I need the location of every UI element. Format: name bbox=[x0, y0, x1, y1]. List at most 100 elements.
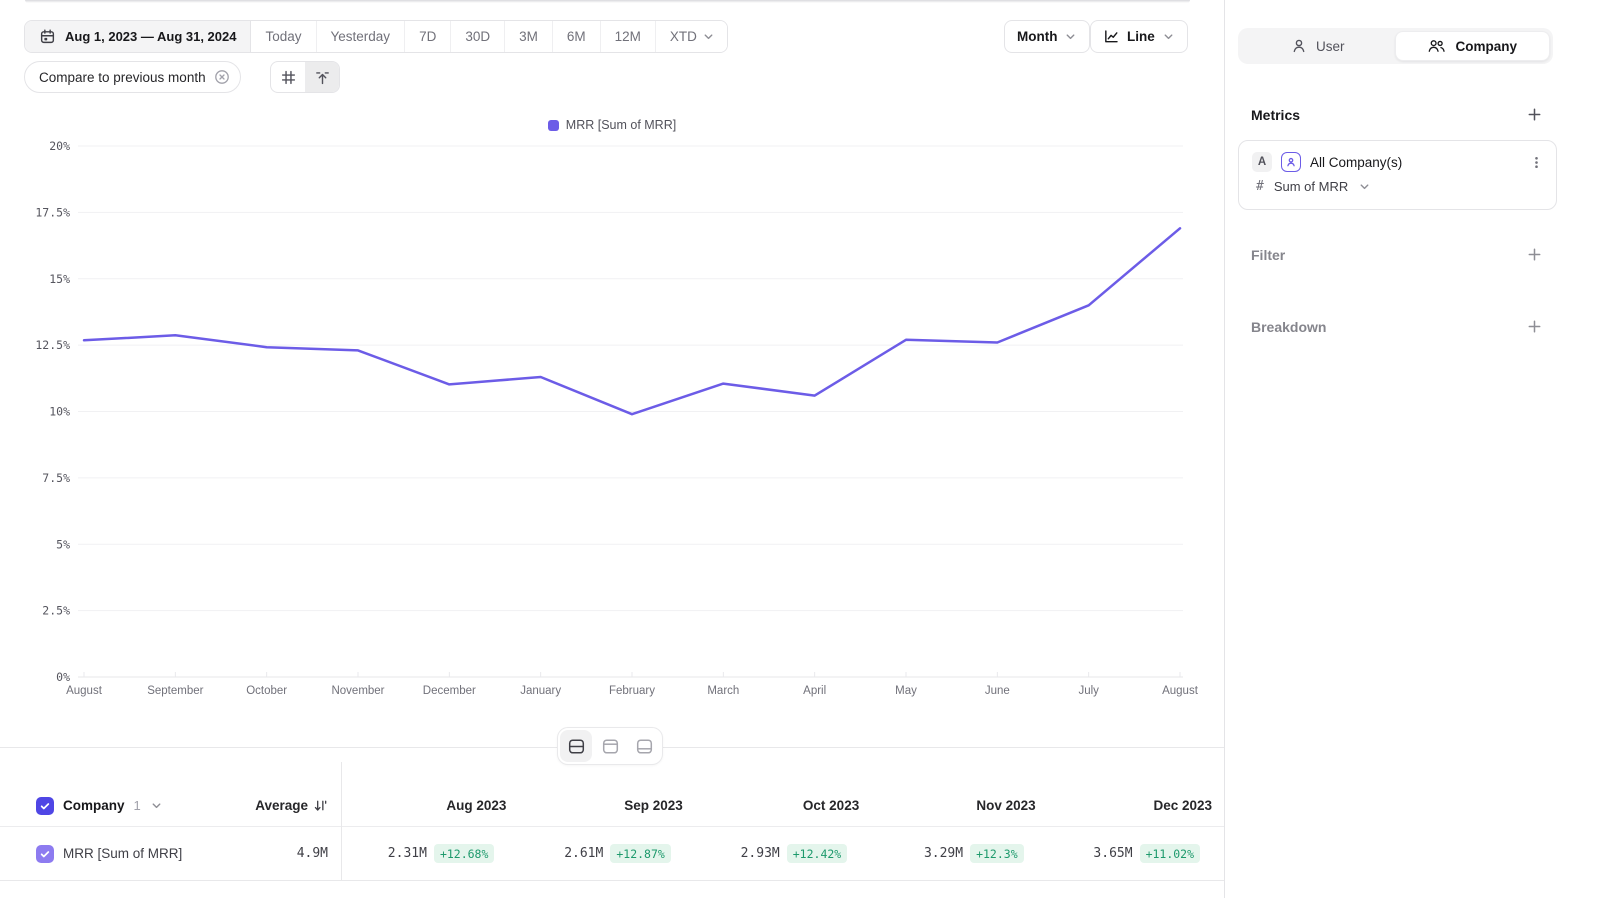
metric-card-main: A All Company(s) bbox=[1252, 152, 1546, 172]
xtd-label: XTD bbox=[670, 29, 697, 44]
range-button-12m[interactable]: 12M bbox=[601, 21, 656, 52]
row-checkbox[interactable] bbox=[36, 845, 54, 863]
y-axis-label: 7.5% bbox=[42, 471, 70, 485]
layout-table-only-button[interactable] bbox=[628, 730, 660, 762]
layout-top-icon bbox=[601, 737, 620, 756]
metric-card[interactable]: A All Company(s) # Sum of MRR bbox=[1238, 140, 1557, 210]
users-icon bbox=[1427, 38, 1446, 54]
cell-value: 3.29M bbox=[924, 846, 963, 861]
metric-entity-name: All Company(s) bbox=[1310, 155, 1402, 170]
grid-overlay-button[interactable] bbox=[271, 62, 305, 92]
change-badge: +11.02% bbox=[1140, 844, 1200, 863]
date-range-label: Aug 1, 2023 — Aug 31, 2024 bbox=[65, 29, 236, 44]
cell-value: 2.93M bbox=[741, 846, 780, 861]
y-axis-label: 12.5% bbox=[35, 338, 70, 352]
compare-chip-label: Compare to previous month bbox=[39, 70, 206, 85]
metric-options-button[interactable] bbox=[1527, 153, 1546, 172]
cell-value: 3.65M bbox=[1093, 846, 1132, 861]
metric-cell: 2.61M+12.87% bbox=[518, 844, 694, 863]
select-all-checkbox[interactable] bbox=[36, 797, 54, 815]
range-button-today[interactable]: Today bbox=[251, 21, 316, 52]
x-axis-label: October bbox=[246, 685, 287, 697]
table-row: MRR [Sum of MRR] 4.9M 2.31M+12.68%2.61M+… bbox=[0, 827, 1224, 880]
x-axis-label: April bbox=[803, 685, 826, 697]
range-button-30d[interactable]: 30D bbox=[451, 21, 505, 52]
sort-icon bbox=[313, 798, 328, 813]
range-button-yesterday[interactable]: Yesterday bbox=[317, 21, 406, 52]
layout-split-button[interactable] bbox=[560, 730, 592, 762]
granularity-select[interactable]: Month bbox=[1004, 20, 1090, 53]
y-axis-label: 2.5% bbox=[42, 604, 70, 618]
metrics-title: Metrics bbox=[1251, 107, 1300, 123]
chevron-down-icon[interactable] bbox=[150, 799, 163, 812]
number-type-icon: # bbox=[1256, 179, 1264, 194]
granularity-label: Month bbox=[1017, 29, 1057, 44]
entity-toggle: User Company bbox=[1238, 28, 1553, 64]
x-axis-label: September bbox=[147, 685, 203, 697]
toggle-user[interactable]: User bbox=[1241, 31, 1395, 61]
breakdown-section: Breakdown bbox=[1251, 316, 1545, 337]
change-badge: +12.68% bbox=[434, 844, 494, 863]
date-range-button[interactable]: Aug 1, 2023 — Aug 31, 2024 bbox=[25, 21, 251, 52]
x-axis-label: July bbox=[1078, 685, 1099, 697]
top-edge-shadow bbox=[25, 0, 1190, 3]
layout-chart-only-button[interactable] bbox=[594, 730, 626, 762]
mrr-line-chart: 0%2.5%5%7.5%10%12.5%15%17.5%20%AugustSep… bbox=[0, 100, 1224, 700]
group-count: 1 bbox=[134, 798, 141, 813]
layout-switcher bbox=[557, 727, 663, 765]
toggle-company-label: Company bbox=[1455, 39, 1517, 54]
chevron-down-icon bbox=[1064, 30, 1077, 43]
add-breakdown-button[interactable] bbox=[1524, 316, 1545, 337]
table-header-left: Company 1 Average bbox=[0, 797, 342, 815]
month-column-headers: Aug 2023Sep 2023Oct 2023Nov 2023Dec 2023 bbox=[342, 798, 1224, 813]
compare-chip[interactable]: Compare to previous month bbox=[24, 61, 241, 93]
metric-cell: 2.31M+12.68% bbox=[342, 844, 518, 863]
config-sidebar: User Company Metrics A bbox=[1224, 0, 1600, 898]
change-badge: +12.3% bbox=[970, 844, 1024, 863]
add-metric-button[interactable] bbox=[1524, 104, 1545, 125]
chart-type-label: Line bbox=[1127, 29, 1155, 44]
table-divider bbox=[0, 880, 1224, 881]
change-badge: +12.42% bbox=[787, 844, 847, 863]
plus-icon bbox=[1526, 246, 1543, 263]
quick-range-buttons: TodayYesterday7D30D3M6M12M bbox=[251, 21, 655, 52]
average-column-header[interactable]: Average bbox=[255, 798, 328, 813]
column-header-aug-2023[interactable]: Aug 2023 bbox=[342, 798, 518, 813]
x-axis-label: November bbox=[331, 685, 384, 697]
mrr-series-line bbox=[84, 228, 1180, 414]
chevron-down-icon bbox=[1358, 180, 1371, 193]
column-header-dec-2023[interactable]: Dec 2023 bbox=[1048, 798, 1224, 813]
layout-split-icon bbox=[567, 737, 586, 756]
filter-label: Filter bbox=[1251, 247, 1285, 263]
chart-type-select[interactable]: Line bbox=[1090, 20, 1188, 53]
range-button-3m[interactable]: 3M bbox=[505, 21, 553, 52]
aggregation-select[interactable]: # Sum of MRR bbox=[1252, 179, 1546, 194]
range-button-6m[interactable]: 6M bbox=[553, 21, 601, 52]
chevron-down-icon bbox=[1162, 30, 1175, 43]
toggle-company[interactable]: Company bbox=[1395, 31, 1551, 61]
column-header-nov-2023[interactable]: Nov 2023 bbox=[871, 798, 1047, 813]
line-chart-icon bbox=[1103, 28, 1120, 45]
arrow-overlay-button[interactable] bbox=[305, 62, 339, 92]
aggregation-label: Sum of MRR bbox=[1274, 179, 1348, 194]
cell-value: 2.61M bbox=[564, 846, 603, 861]
average-label: Average bbox=[255, 798, 308, 813]
metric-cell: 2.93M +12.42% bbox=[695, 844, 871, 863]
xtd-button[interactable]: XTD bbox=[656, 21, 727, 52]
metric-row-label: MRR [Sum of MRR] bbox=[63, 846, 182, 861]
group-column-label[interactable]: Company bbox=[63, 798, 125, 813]
metric-cell: 3.29M +12.3% bbox=[871, 844, 1047, 863]
y-axis-label: 20% bbox=[49, 139, 70, 153]
range-button-7d[interactable]: 7D bbox=[405, 21, 451, 52]
calendar-icon bbox=[39, 28, 56, 45]
series-badge: A bbox=[1252, 152, 1272, 172]
add-filter-button[interactable] bbox=[1524, 244, 1545, 265]
column-header-oct-2023[interactable]: Oct 2023 bbox=[695, 798, 871, 813]
x-axis-label: December bbox=[423, 685, 476, 697]
breakdown-label: Breakdown bbox=[1251, 319, 1326, 335]
y-axis-label: 0% bbox=[56, 670, 70, 684]
layout-bottom-icon bbox=[635, 737, 654, 756]
date-range-toolbar: Aug 1, 2023 — Aug 31, 2024 TodayYesterda… bbox=[24, 20, 728, 53]
remove-comparison-icon[interactable] bbox=[214, 69, 230, 85]
column-header-sep-2023[interactable]: Sep 2023 bbox=[518, 798, 694, 813]
